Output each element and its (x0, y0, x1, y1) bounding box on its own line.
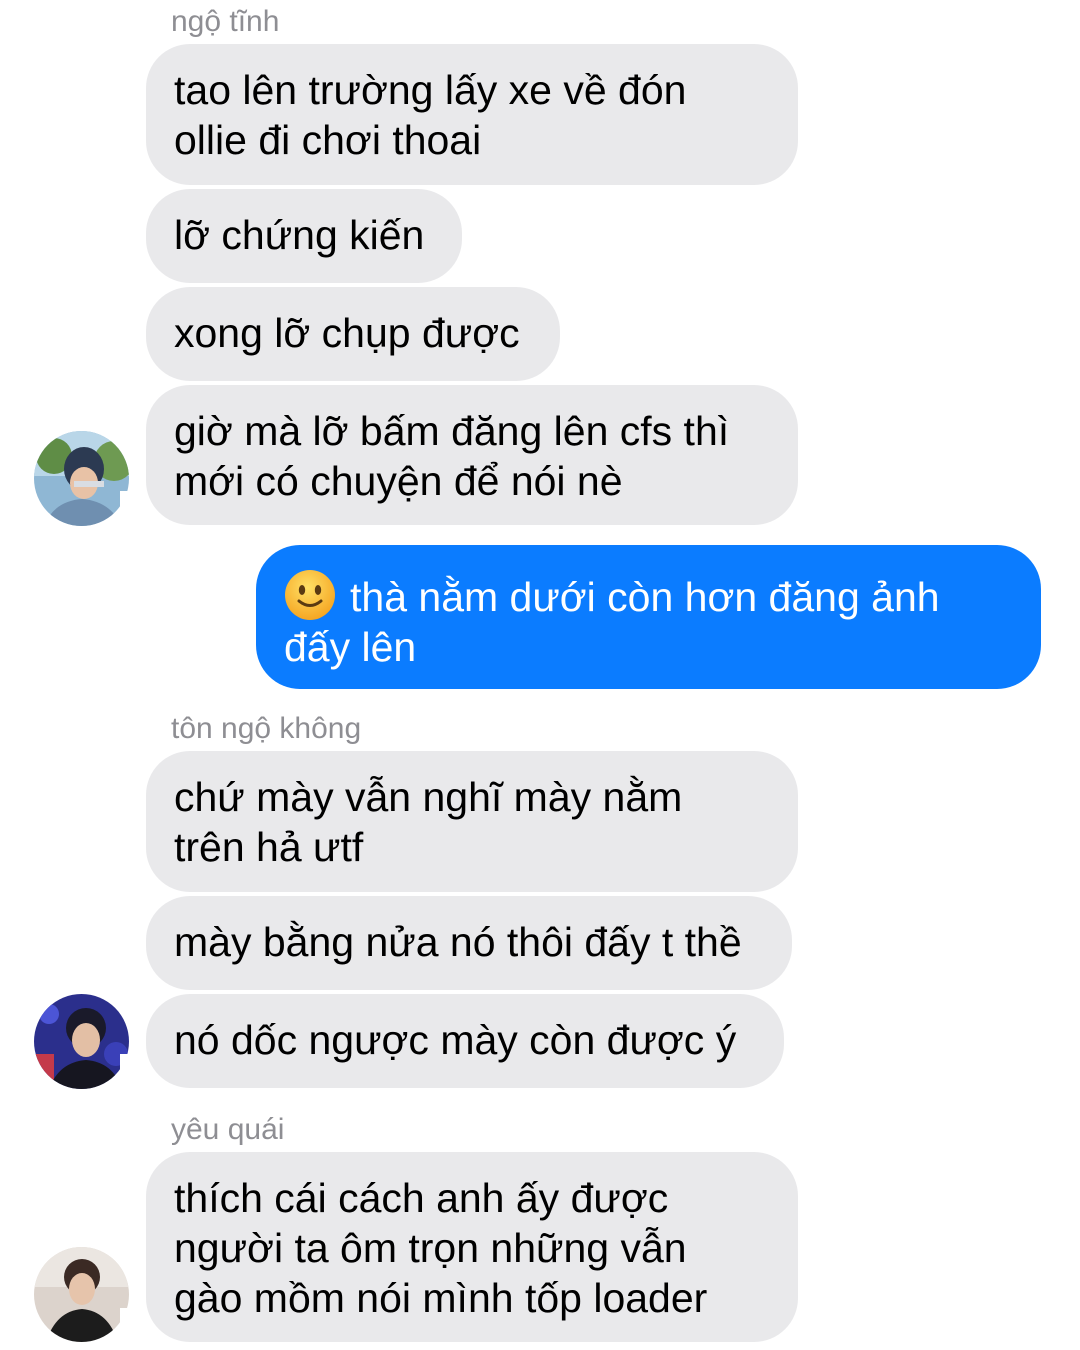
sender-name: yêu quái (171, 1113, 285, 1146)
message-text: giờ mà lỡ bấm đăng lên cfs thì (174, 408, 730, 454)
avatar[interactable] (34, 1247, 129, 1342)
message-text: mày bằng nửa nó thôi đấy t thề (174, 919, 742, 965)
avatar-photo (34, 1247, 129, 1342)
avatar-photo (34, 431, 129, 526)
avatar[interactable] (34, 431, 129, 526)
sender-name: tôn ngộ không (171, 712, 362, 745)
sender-name: ngộ tĩnh (171, 5, 280, 38)
message-text: đấy lên (284, 624, 417, 670)
message-text: thà nằm dưới còn hơn đăng ảnh (284, 569, 1013, 622)
incoming-message-bubble[interactable]: thích cái cách anh ấy được người ta ôm t… (120, 1152, 798, 1342)
incoming-message-bubble[interactable]: lỡ chứng kiến (146, 189, 462, 283)
slightly-smiling-face-icon (285, 570, 335, 620)
incoming-message-bubble[interactable]: xong lỡ chụp được (146, 287, 560, 381)
message-text: mới có chuyện để nói nè (174, 458, 623, 504)
message-text: trên hả ưtf (174, 824, 364, 870)
message-text: chứ mày vẫn nghĩ mày nằm (174, 774, 683, 820)
message-text: người ta ôm trọn những vẫn (174, 1225, 687, 1271)
incoming-message-bubble[interactable]: nó dốc ngược mày còn được ý (120, 994, 784, 1088)
incoming-message-bubble[interactable]: chứ mày vẫn nghĩ mày nằm trên hả ưtf (146, 751, 798, 892)
incoming-message-bubble[interactable]: giờ mà lỡ bấm đăng lên cfs thì mới có ch… (120, 385, 798, 525)
avatar[interactable] (34, 994, 129, 1089)
avatar-photo (34, 994, 129, 1089)
message-text-part: thà nằm dưới còn hơn đăng ảnh (350, 574, 940, 620)
message-text: tao lên trường lấy xe về đón (174, 67, 687, 113)
message-text: ollie đi chơi thoai (174, 117, 482, 163)
message-text: xong lỡ chụp được (174, 310, 520, 356)
message-text: thích cái cách anh ấy được (174, 1175, 669, 1221)
message-text: nó dốc ngược mày còn được ý (174, 1017, 737, 1063)
incoming-message-bubble[interactable]: tao lên trường lấy xe về đón ollie đi ch… (146, 44, 798, 185)
outgoing-message-bubble[interactable]: thà nằm dưới còn hơn đăng ảnh đấy lên (256, 545, 1067, 689)
incoming-message-bubble[interactable]: mày bằng nửa nó thôi đấy t thề (146, 896, 792, 990)
message-text: gào mồm nói mình tốp loader (174, 1275, 708, 1321)
message-text: lỡ chứng kiến (174, 212, 425, 258)
